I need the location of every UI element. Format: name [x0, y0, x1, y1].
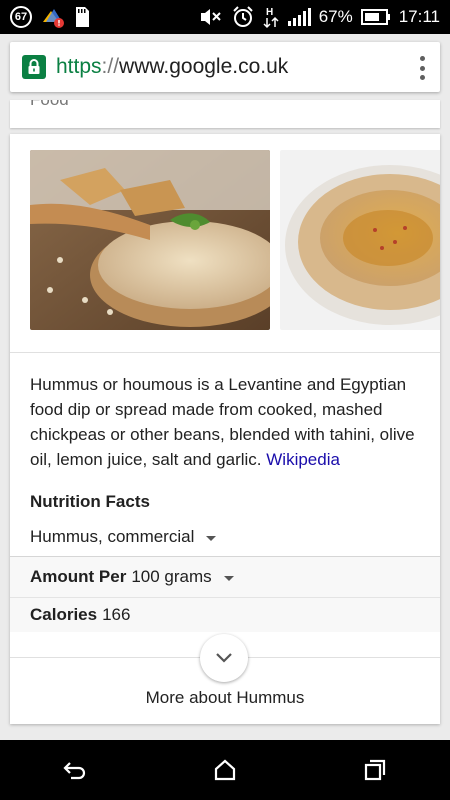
recent-apps-button[interactable]	[345, 750, 405, 790]
navigation-bar	[0, 740, 450, 800]
hummus-image-1[interactable]	[30, 150, 270, 330]
hummus-image-2[interactable]	[280, 150, 440, 330]
overflow-menu-icon[interactable]	[418, 56, 426, 80]
recent-apps-icon	[364, 759, 386, 781]
amount-value: 100 grams	[131, 567, 212, 586]
knowledge-card: Hummus or houmous is a Levantine and Egy…	[10, 134, 440, 724]
wikipedia-link[interactable]: Wikipedia	[266, 450, 340, 469]
calories-row: Calories 166	[10, 598, 440, 632]
status-bar: 67 H 67% 17:11	[0, 0, 450, 34]
dropdown-arrow-icon	[206, 535, 217, 541]
url-text[interactable]: https://www.google.co.uk	[56, 55, 288, 79]
nutrition-facts-title: Nutrition Facts	[30, 492, 150, 511]
divider	[10, 352, 440, 353]
back-button[interactable]	[45, 750, 105, 790]
dropdown-arrow-icon	[223, 575, 234, 581]
home-button[interactable]	[195, 750, 255, 790]
alarm-icon	[232, 6, 253, 27]
svg-text:H: H	[266, 7, 273, 18]
secure-lock-icon	[22, 55, 46, 79]
battery-percent: 67%	[318, 7, 353, 26]
url-host: www.google.co.uk	[119, 55, 289, 78]
amount-per-row[interactable]: Amount Per 100 grams	[10, 557, 440, 597]
mute-icon	[200, 9, 221, 25]
data-transfer-icon: H	[263, 7, 279, 29]
battery-icon	[360, 9, 390, 25]
nutrition-variant-select[interactable]: Hummus, commercial	[30, 527, 217, 547]
expand-button[interactable]	[200, 634, 248, 682]
more-about-link[interactable]: More about Hummus	[10, 688, 440, 708]
home-icon	[214, 759, 236, 781]
clock: 17:11	[398, 7, 440, 26]
calories-label: Calories	[30, 605, 98, 624]
calories-value: 166	[102, 605, 131, 624]
amount-label: Amount Per	[30, 567, 127, 586]
back-icon	[63, 762, 86, 780]
browser-toolbar: https://www.google.co.uk	[0, 34, 450, 102]
nutrition-variant-label: Hummus, commercial	[30, 527, 195, 546]
url-bar[interactable]: https://www.google.co.uk	[10, 42, 440, 92]
sd-card-icon	[76, 7, 89, 27]
url-protocol: https	[56, 55, 102, 78]
chevron-down-icon	[216, 653, 232, 663]
category-label: Food	[30, 100, 69, 110]
notification-count-icon: 67	[10, 6, 32, 28]
category-card: Food	[10, 100, 440, 128]
description-text: Hummus or houmous is a Levantine and Egy…	[30, 375, 415, 469]
url-separator: ://	[101, 55, 120, 78]
signal-icon	[287, 8, 311, 26]
weather-alert-icon	[43, 9, 64, 28]
description: Hummus or houmous is a Levantine and Egy…	[30, 372, 425, 472]
